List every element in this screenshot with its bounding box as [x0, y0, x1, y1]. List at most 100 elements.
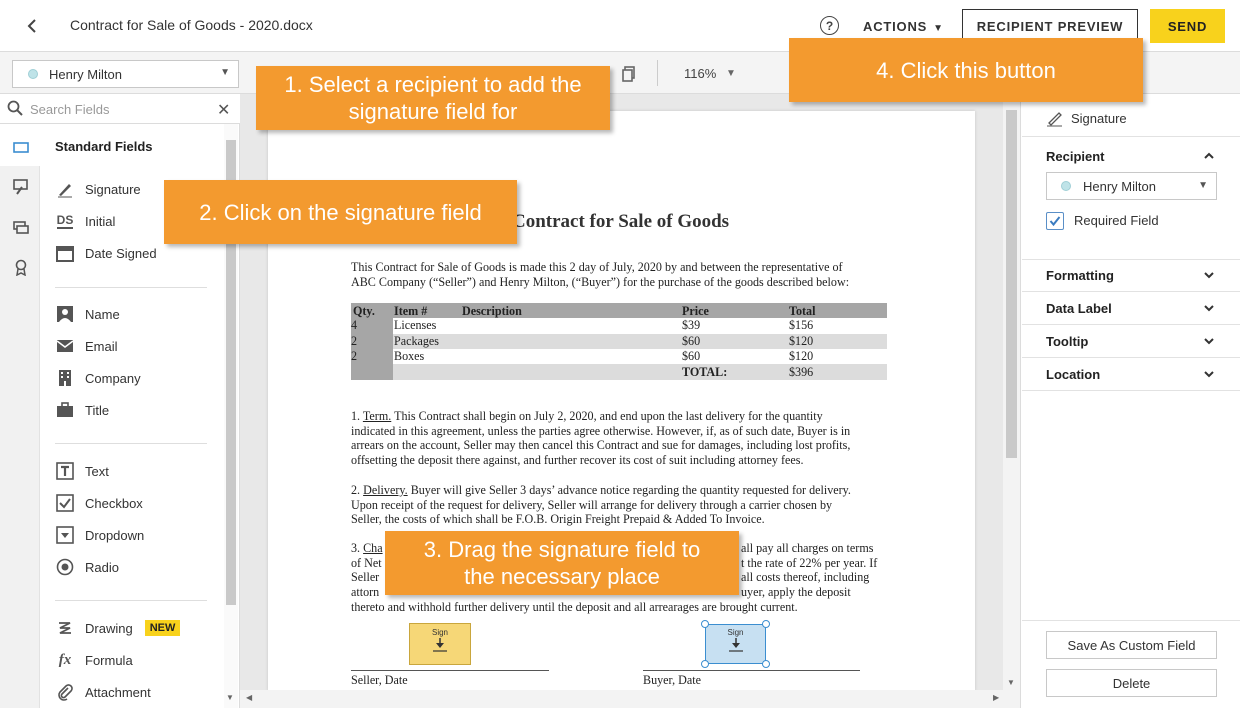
- scroll-left-arrow-icon[interactable]: ◀: [246, 693, 252, 702]
- chevron-down-icon[interactable]: [1203, 302, 1215, 314]
- briefcase-icon: [55, 400, 75, 420]
- resize-handle[interactable]: [762, 620, 770, 628]
- charges-line: thereto and withhold further delivery un…: [351, 600, 798, 614]
- field-item-formula[interactable]: fx Formula: [55, 649, 133, 671]
- recipient-select[interactable]: Henry Milton ▼: [12, 60, 239, 88]
- delivery-line: Seller, the costs of which shall be F.O.…: [351, 512, 765, 527]
- charges-line: all pay all charges on terms: [741, 541, 874, 555]
- field-item-title[interactable]: Title: [55, 399, 109, 421]
- resize-handle[interactable]: [762, 660, 770, 668]
- term-paragraph: 1. Term. This Contract shall begin on Ju…: [351, 409, 851, 467]
- buyer-signature-field[interactable]: Sign: [705, 624, 766, 664]
- merge-fields-icon[interactable]: [12, 218, 30, 236]
- section-divider: [1022, 357, 1240, 358]
- field-item-label: Initial: [85, 213, 116, 229]
- copy-icon[interactable]: [622, 66, 636, 85]
- resize-handle[interactable]: [701, 620, 709, 628]
- charges-label: Cha: [363, 541, 383, 555]
- charges-paragraph-left: 3. Cha of Net Seller attorn: [351, 541, 383, 599]
- scroll-down-arrow-icon[interactable]: ▼: [226, 693, 234, 702]
- chevron-left-icon: [27, 19, 36, 33]
- formatting-section-header[interactable]: Formatting: [1046, 268, 1114, 283]
- location-section-header[interactable]: Location: [1046, 367, 1100, 382]
- field-item-attachment[interactable]: Attachment: [55, 681, 151, 703]
- chevron-down-icon[interactable]: [1203, 368, 1215, 380]
- table-cell: 2: [351, 334, 358, 348]
- scroll-down-arrow-icon[interactable]: ▼: [1007, 678, 1015, 687]
- delete-field-button[interactable]: Delete: [1046, 669, 1217, 697]
- field-group-divider: [55, 287, 207, 288]
- data-label-section-header[interactable]: Data Label: [1046, 301, 1112, 316]
- field-item-label: Attachment: [85, 684, 151, 700]
- recipient-section-header[interactable]: Recipient: [1046, 149, 1105, 164]
- table-cell: $60: [682, 349, 701, 363]
- field-item-label: Date Signed: [85, 245, 157, 261]
- actions-menu-button[interactable]: ACTIONS ▼: [863, 19, 944, 34]
- zoom-level[interactable]: 116%: [684, 66, 716, 81]
- field-item-signature[interactable]: Signature: [55, 178, 141, 200]
- table-header-item: Item #: [394, 304, 428, 318]
- custom-fields-icon[interactable]: [12, 178, 30, 196]
- building-icon: [55, 368, 75, 388]
- term-line: arrears on the account, Seller may then …: [351, 438, 851, 453]
- standard-fields-icon[interactable]: [12, 138, 30, 156]
- intro-line: ABC Company (“Seller”) and Henry Milton,…: [351, 274, 850, 289]
- required-field-checkbox[interactable]: [1046, 212, 1064, 230]
- table-cell: 4: [351, 318, 358, 332]
- field-item-label: Title: [85, 402, 110, 418]
- tutorial-callout-step-2: 2. Click on the signature field: [164, 180, 517, 244]
- resize-handle[interactable]: [701, 660, 709, 668]
- sign-label: Sign: [727, 628, 744, 637]
- table-cell: $39: [682, 318, 701, 332]
- section-divider: [1022, 620, 1240, 621]
- selected-field-type-label: Signature: [1071, 110, 1127, 126]
- field-item-initial[interactable]: DS Initial: [55, 210, 115, 232]
- callout-text: 2. Click on the signature field: [199, 199, 482, 225]
- tooltip-section-header[interactable]: Tooltip: [1046, 334, 1088, 349]
- field-item-email[interactable]: Email: [55, 335, 118, 357]
- text-icon: [55, 461, 75, 481]
- seller-signature-line: [351, 670, 549, 671]
- field-item-name[interactable]: Name: [55, 303, 120, 325]
- pen-icon: [1047, 112, 1062, 127]
- seller-signature-field[interactable]: Sign: [409, 623, 471, 665]
- field-item-company[interactable]: Company: [55, 367, 141, 389]
- field-item-text[interactable]: Text: [55, 460, 109, 482]
- chevron-down-icon[interactable]: [1203, 335, 1215, 347]
- document-horizontal-scrollbar[interactable]: [240, 690, 1020, 708]
- search-fields-input[interactable]: [30, 99, 210, 119]
- chevron-up-icon[interactable]: [1203, 150, 1215, 162]
- field-item-dropdown[interactable]: Dropdown: [55, 524, 144, 546]
- chevron-down-icon[interactable]: [1203, 269, 1215, 281]
- contract-title: Contract for Sale of Goods: [512, 211, 730, 232]
- dropdown-icon: [55, 525, 75, 545]
- section-divider: [1022, 324, 1240, 325]
- badge-icon[interactable]: [12, 258, 30, 277]
- table-cell: 2: [351, 349, 358, 363]
- save-as-custom-field-button[interactable]: Save As Custom Field: [1046, 631, 1217, 659]
- scroll-right-arrow-icon[interactable]: ▶: [993, 693, 999, 702]
- field-item-radio[interactable]: Radio: [55, 556, 119, 578]
- send-button[interactable]: SEND: [1150, 9, 1225, 43]
- table-cell: Packages: [394, 334, 439, 348]
- field-item-drawing[interactable]: Drawing NEW: [55, 617, 181, 639]
- zoom-caret-icon[interactable]: ▼: [726, 68, 736, 79]
- help-icon[interactable]: ?: [820, 16, 839, 35]
- charges-paragraph-right: all pay all charges on terms t the rate …: [741, 541, 877, 599]
- callout-text: 4. Click this button: [876, 57, 1056, 83]
- table-cell: $120: [789, 349, 814, 363]
- field-item-checkbox[interactable]: Checkbox: [55, 492, 143, 514]
- callout-text: 1. Select a recipient to add the signatu…: [284, 72, 582, 124]
- clear-search-icon[interactable]: ✕: [217, 100, 230, 120]
- back-button[interactable]: [20, 14, 44, 38]
- field-category-rail: [0, 124, 40, 708]
- radio-icon: [55, 557, 75, 577]
- document-scroll-thumb[interactable]: [1006, 110, 1017, 458]
- callout-text: 3. Drag the signature field to the neces…: [423, 537, 701, 589]
- table-cell: $156: [789, 318, 814, 332]
- field-recipient-select[interactable]: Henry Milton ▼: [1046, 172, 1217, 200]
- download-arrow-icon: [728, 638, 743, 652]
- field-item-date-signed[interactable]: Date Signed: [55, 242, 157, 264]
- field-item-label: Company: [85, 370, 141, 386]
- caret-down-icon: ▼: [220, 67, 230, 78]
